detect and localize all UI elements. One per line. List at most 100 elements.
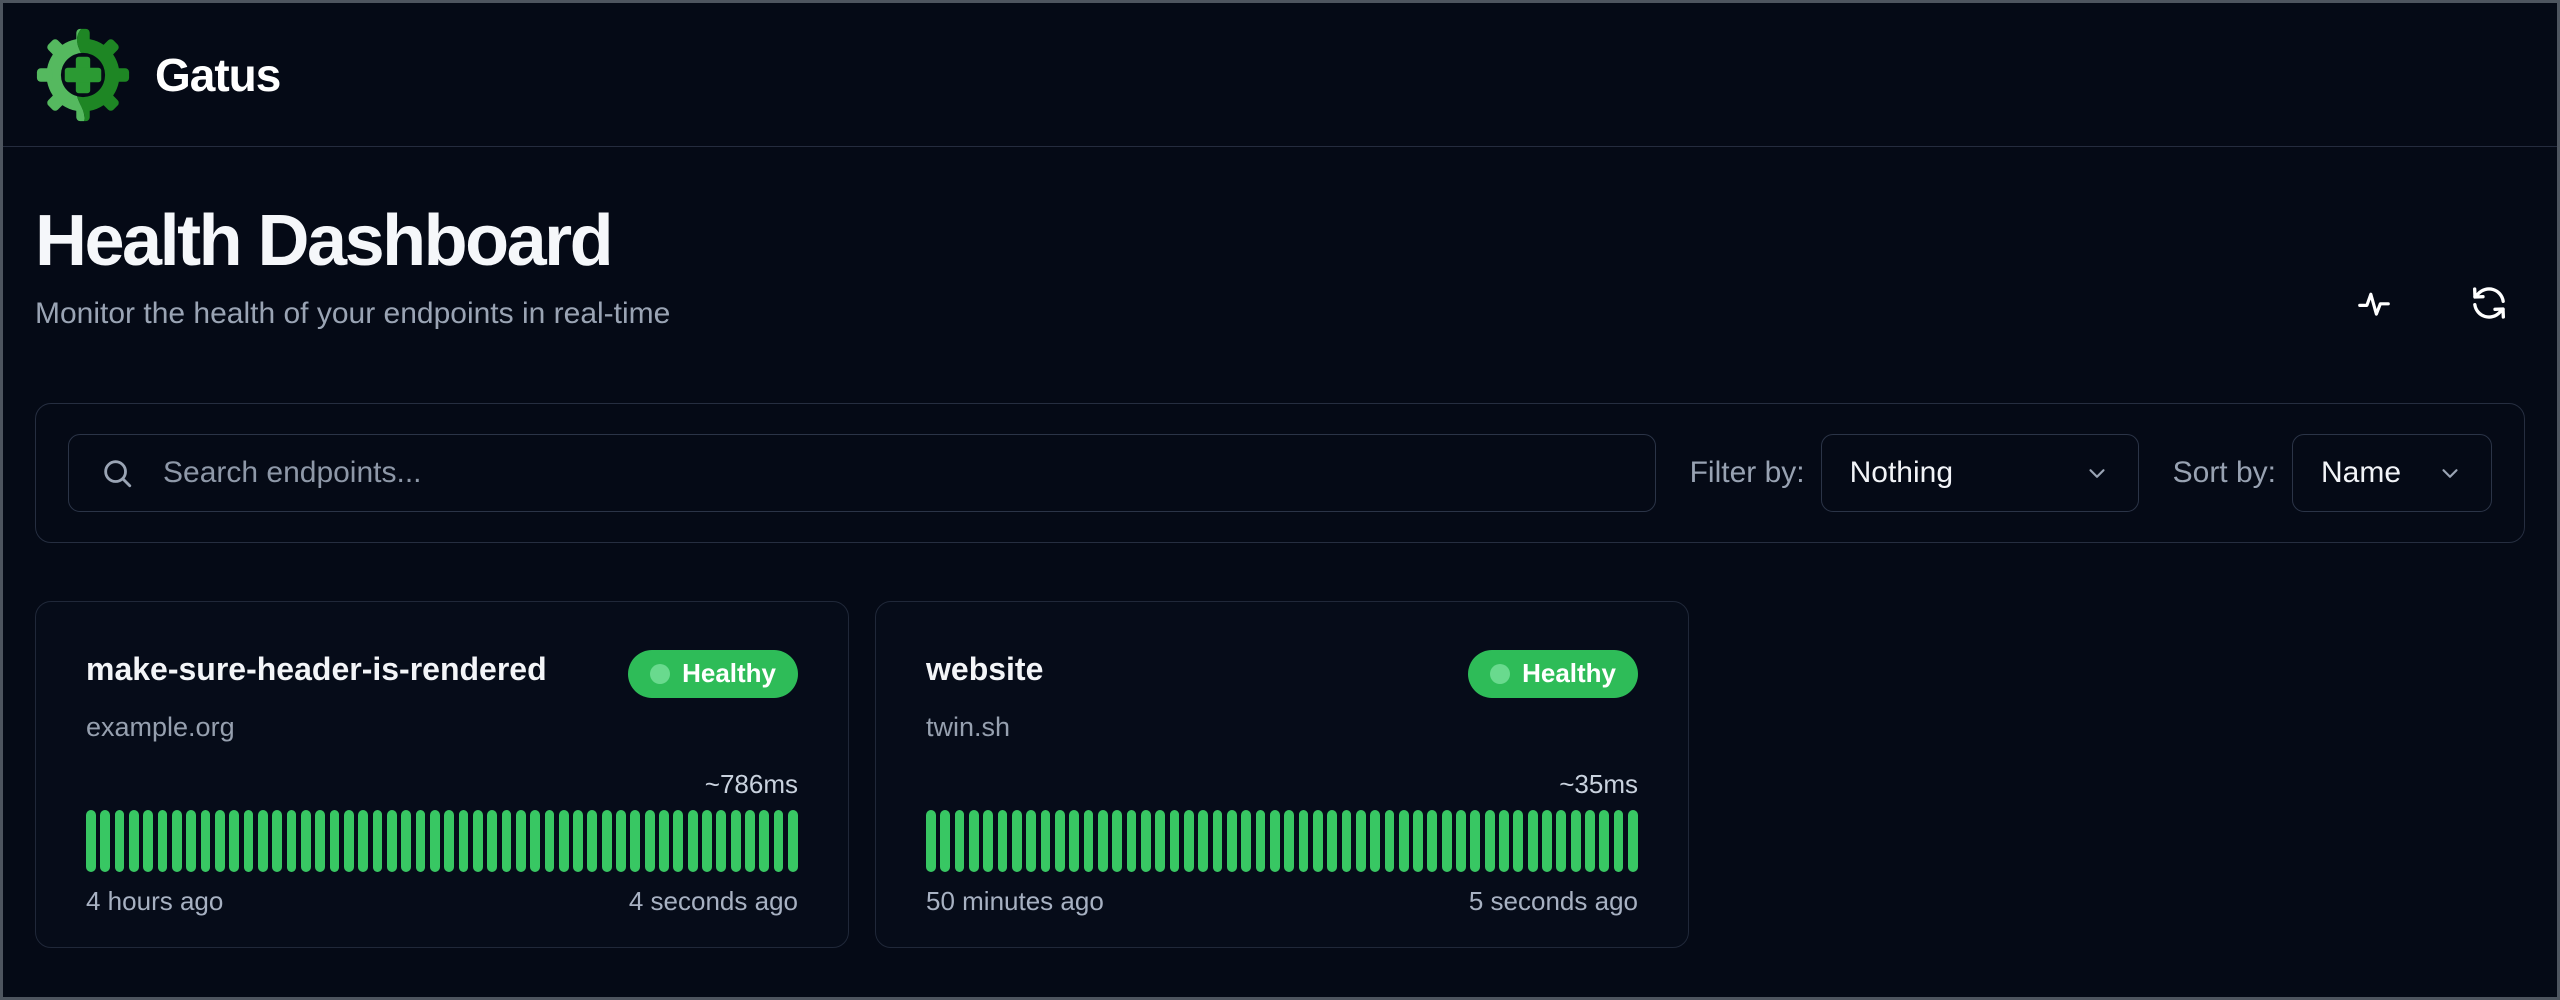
health-bar[interactable] <box>926 810 936 872</box>
health-bar[interactable] <box>1442 810 1452 872</box>
health-bar[interactable] <box>158 810 168 872</box>
health-bar[interactable] <box>1427 810 1437 872</box>
health-bar[interactable] <box>788 810 798 872</box>
health-bar[interactable] <box>1170 810 1180 872</box>
health-bar[interactable] <box>745 810 755 872</box>
health-bar[interactable] <box>430 810 440 872</box>
health-bar[interactable] <box>1370 810 1380 872</box>
health-bar[interactable] <box>330 810 340 872</box>
health-bar[interactable] <box>1470 810 1480 872</box>
health-bar[interactable] <box>940 810 950 872</box>
health-bar[interactable] <box>983 810 993 872</box>
health-bar[interactable] <box>401 810 411 872</box>
health-bar[interactable] <box>444 810 454 872</box>
health-bar[interactable] <box>143 810 153 872</box>
filter-select[interactable]: Nothing <box>1821 434 2139 512</box>
health-bar[interactable] <box>688 810 698 872</box>
health-bar[interactable] <box>1084 810 1094 872</box>
health-bar[interactable] <box>1127 810 1137 872</box>
health-bar[interactable] <box>774 810 784 872</box>
health-bar[interactable] <box>100 810 110 872</box>
health-bar[interactable] <box>1528 810 1538 872</box>
health-bar[interactable] <box>1012 810 1022 872</box>
health-bar[interactable] <box>1256 810 1266 872</box>
health-bar[interactable] <box>301 810 311 872</box>
health-bar[interactable] <box>1026 810 1036 872</box>
refresh-icon[interactable] <box>2469 283 2509 323</box>
health-bar[interactable] <box>244 810 254 872</box>
health-bar[interactable] <box>1184 810 1194 872</box>
health-bar[interactable] <box>955 810 965 872</box>
health-bar[interactable] <box>1513 810 1523 872</box>
health-bar[interactable] <box>229 810 239 872</box>
health-bar[interactable] <box>1571 810 1581 872</box>
health-bar[interactable] <box>1270 810 1280 872</box>
health-bar[interactable] <box>459 810 469 872</box>
health-bar[interactable] <box>659 810 669 872</box>
health-bar[interactable] <box>731 810 741 872</box>
health-bar[interactable] <box>1614 810 1624 872</box>
health-bar[interactable] <box>1356 810 1366 872</box>
health-bar[interactable] <box>201 810 211 872</box>
health-bar[interactable] <box>186 810 196 872</box>
health-bar[interactable] <box>172 810 182 872</box>
health-bar[interactable] <box>616 810 626 872</box>
health-bar[interactable] <box>416 810 426 872</box>
health-bar[interactable] <box>1342 810 1352 872</box>
health-bar[interactable] <box>344 810 354 872</box>
health-bar[interactable] <box>1141 810 1151 872</box>
search-input[interactable] <box>68 434 1656 512</box>
health-bar[interactable] <box>702 810 712 872</box>
health-bar[interactable] <box>1213 810 1223 872</box>
health-bar[interactable] <box>86 810 96 872</box>
health-bar[interactable] <box>1413 810 1423 872</box>
health-bar[interactable] <box>602 810 612 872</box>
health-bar[interactable] <box>516 810 526 872</box>
endpoint-card[interactable]: make-sure-header-is-rendered example.org… <box>35 601 849 948</box>
health-bar[interactable] <box>1456 810 1466 872</box>
health-bar[interactable] <box>1069 810 1079 872</box>
health-bar[interactable] <box>1499 810 1509 872</box>
health-bar[interactable] <box>258 810 268 872</box>
health-bar[interactable] <box>1299 810 1309 872</box>
health-bar[interactable] <box>969 810 979 872</box>
health-bar[interactable] <box>1284 810 1294 872</box>
health-bar[interactable] <box>373 810 383 872</box>
endpoint-card[interactable]: website twin.sh Healthy ~35ms 50 minutes… <box>875 601 1689 948</box>
health-bar[interactable] <box>545 810 555 872</box>
health-bar[interactable] <box>587 810 597 872</box>
health-bar[interactable] <box>1055 810 1065 872</box>
health-bar[interactable] <box>1485 810 1495 872</box>
health-bar[interactable] <box>645 810 655 872</box>
health-bar[interactable] <box>1399 810 1409 872</box>
health-bar[interactable] <box>1155 810 1165 872</box>
health-bar[interactable] <box>473 810 483 872</box>
health-bar[interactable] <box>272 810 282 872</box>
health-bar[interactable] <box>502 810 512 872</box>
health-bar[interactable] <box>716 810 726 872</box>
health-bar[interactable] <box>215 810 225 872</box>
health-bar[interactable] <box>998 810 1008 872</box>
health-bar[interactable] <box>1327 810 1337 872</box>
health-bar[interactable] <box>387 810 397 872</box>
health-bar[interactable] <box>1098 810 1108 872</box>
health-bar[interactable] <box>1628 810 1638 872</box>
sort-select[interactable]: Name <box>2292 434 2492 512</box>
health-bar[interactable] <box>358 810 368 872</box>
health-bar[interactable] <box>315 810 325 872</box>
health-bar[interactable] <box>1198 810 1208 872</box>
health-bar[interactable] <box>1241 810 1251 872</box>
health-bar[interactable] <box>530 810 540 872</box>
health-bar[interactable] <box>630 810 640 872</box>
health-bar[interactable] <box>1385 810 1395 872</box>
health-bar[interactable] <box>573 810 583 872</box>
health-bar[interactable] <box>559 810 569 872</box>
health-bar[interactable] <box>1313 810 1323 872</box>
health-bar[interactable] <box>115 810 125 872</box>
health-bar[interactable] <box>759 810 769 872</box>
health-bar[interactable] <box>673 810 683 872</box>
health-bar[interactable] <box>1227 810 1237 872</box>
health-bar[interactable] <box>1556 810 1566 872</box>
health-bar[interactable] <box>129 810 139 872</box>
health-bar[interactable] <box>1041 810 1051 872</box>
